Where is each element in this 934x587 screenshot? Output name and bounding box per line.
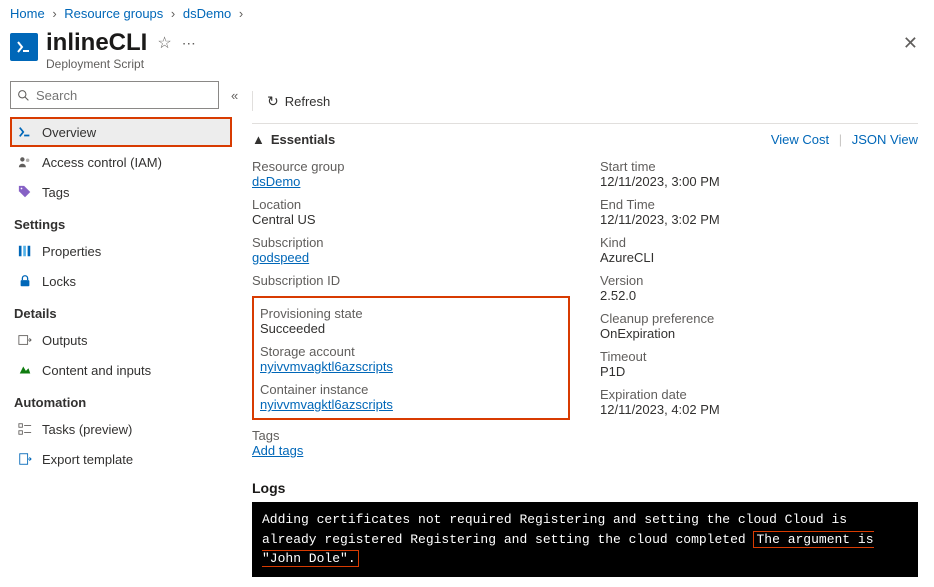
- chevron-up-icon: ▲: [252, 132, 265, 147]
- storage-account-link[interactable]: nyivvmvagktl6azscripts: [260, 359, 393, 374]
- page-title: inlineCLI: [46, 29, 147, 57]
- field-provisioning-state: Provisioning state Succeeded: [260, 306, 562, 336]
- json-view-link[interactable]: JSON View: [852, 132, 918, 147]
- field-location: Location Central US: [252, 197, 570, 227]
- sidebar-item-export[interactable]: Export template: [10, 444, 232, 474]
- field-timeout: Timeout P1D: [600, 349, 918, 379]
- search-input[interactable]: [30, 88, 212, 103]
- sidebar-item-content[interactable]: Content and inputs: [10, 355, 232, 385]
- container-instance-link[interactable]: nyivvmvagktl6azscripts: [260, 397, 393, 412]
- sidebar-item-label: Tasks (preview): [42, 422, 132, 437]
- sidebar-item-label: Overview: [42, 125, 96, 140]
- resource-group-link[interactable]: dsDemo: [252, 174, 300, 189]
- sidebar-item-properties[interactable]: Properties: [10, 236, 232, 266]
- sidebar-item-label: Outputs: [42, 333, 88, 348]
- toolbar-separator: [252, 91, 253, 111]
- add-tags-link[interactable]: Add tags: [252, 443, 303, 458]
- sidebar-item-locks[interactable]: Locks: [10, 266, 232, 296]
- field-container-instance: Container instance nyivvmvagktl6azscript…: [260, 382, 562, 412]
- field-start-time: Start time 12/11/2023, 3:00 PM: [600, 159, 918, 189]
- breadcrumb: Home › Resource groups › dsDemo ›: [0, 0, 934, 25]
- sidebar-section-settings: Settings: [14, 217, 232, 232]
- overview-icon: [18, 125, 34, 139]
- breadcrumb-resource-groups[interactable]: Resource groups: [64, 6, 163, 21]
- field-tags: Tags Add tags: [252, 428, 570, 458]
- essentials-header: Essentials: [271, 132, 335, 147]
- tag-icon: [18, 185, 34, 199]
- subscription-link[interactable]: godspeed: [252, 250, 309, 265]
- lock-icon: [18, 274, 34, 288]
- view-cost-link[interactable]: View Cost: [771, 132, 829, 147]
- breadcrumb-home[interactable]: Home: [10, 6, 45, 21]
- sidebar-item-label: Content and inputs: [42, 363, 151, 378]
- refresh-icon: ↻: [267, 93, 279, 110]
- sidebar-item-label: Properties: [42, 244, 101, 259]
- chevron-right-icon: ›: [52, 6, 56, 21]
- sidebar-item-label: Tags: [42, 185, 69, 200]
- sidebar-item-label: Access control (IAM): [42, 155, 162, 170]
- sidebar-section-automation: Automation: [14, 395, 232, 410]
- content-icon: [18, 363, 34, 377]
- highlighted-state-box: Provisioning state Succeeded Storage acc…: [252, 296, 570, 420]
- divider: |: [839, 132, 842, 147]
- search-icon: [17, 89, 30, 102]
- deployment-script-icon: [10, 33, 38, 61]
- people-icon: [18, 155, 34, 169]
- properties-icon: [18, 244, 34, 258]
- field-resource-group: Resource group dsDemo: [252, 159, 570, 189]
- field-version: Version 2.52.0: [600, 273, 918, 303]
- favorite-star-icon[interactable]: ☆: [157, 33, 171, 53]
- main-pane: ↻ Refresh ▲ Essentials View Cost | JSON …: [232, 81, 934, 587]
- sidebar-item-tasks[interactable]: Tasks (preview): [10, 414, 232, 444]
- more-menu-icon[interactable]: ⋯: [182, 35, 197, 52]
- search-box[interactable]: [10, 81, 219, 109]
- chevron-right-icon: ›: [171, 6, 175, 21]
- breadcrumb-group-name[interactable]: dsDemo: [183, 6, 231, 21]
- logs-header: Logs: [252, 480, 918, 496]
- sidebar-item-label: Export template: [42, 452, 133, 467]
- page-subtitle: Deployment Script: [46, 57, 197, 71]
- logs-output: Adding certificates not required Registe…: [252, 502, 918, 577]
- field-storage-account: Storage account nyivvmvagktl6azscripts: [260, 344, 562, 374]
- outputs-icon: [18, 333, 34, 347]
- refresh-button[interactable]: ↻ Refresh: [267, 93, 330, 110]
- close-icon[interactable]: ✕: [903, 33, 918, 54]
- field-expiration: Expiration date 12/11/2023, 4:02 PM: [600, 387, 918, 417]
- field-cleanup: Cleanup preference OnExpiration: [600, 311, 918, 341]
- sidebar-item-label: Locks: [42, 274, 76, 289]
- divider: [252, 123, 918, 124]
- sidebar-item-iam[interactable]: Access control (IAM): [10, 147, 232, 177]
- sidebar-item-overview[interactable]: Overview: [10, 117, 232, 147]
- page-header: inlineCLI ☆ ⋯ Deployment Script ✕: [0, 25, 934, 81]
- essentials-panel: Resource group dsDemo Location Central U…: [252, 155, 918, 466]
- tasks-icon: [18, 422, 34, 436]
- command-bar: ↻ Refresh: [252, 85, 918, 117]
- refresh-label: Refresh: [285, 94, 331, 109]
- export-icon: [18, 452, 34, 466]
- field-subscription: Subscription godspeed: [252, 235, 570, 265]
- sidebar-item-tags[interactable]: Tags: [10, 177, 232, 207]
- field-kind: Kind AzureCLI: [600, 235, 918, 265]
- essentials-toggle[interactable]: ▲ Essentials: [252, 132, 335, 147]
- field-subscription-id: Subscription ID: [252, 273, 570, 288]
- chevron-right-icon: ›: [239, 6, 243, 21]
- sidebar: « Overview Access control (IAM) Tags Set…: [0, 81, 232, 587]
- sidebar-section-details: Details: [14, 306, 232, 321]
- field-end-time: End Time 12/11/2023, 3:02 PM: [600, 197, 918, 227]
- sidebar-item-outputs[interactable]: Outputs: [10, 325, 232, 355]
